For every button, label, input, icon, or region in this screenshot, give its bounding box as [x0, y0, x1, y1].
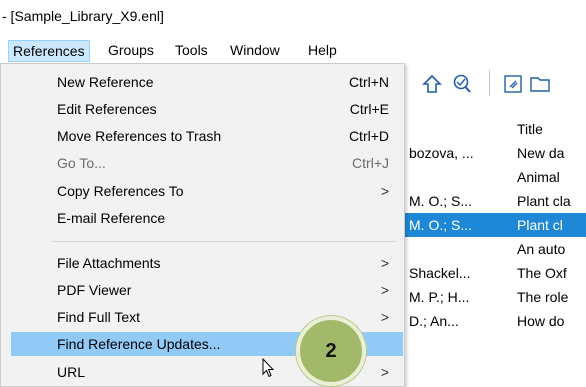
row-author: D.; An...: [409, 313, 459, 329]
submenu-arrow-icon: >: [380, 364, 389, 380]
row-title: An auto: [517, 241, 566, 257]
row-author: Shackel...: [409, 265, 471, 281]
table-row[interactable]: M. P.; H... The role: [405, 285, 586, 309]
submenu-arrow-icon: >: [380, 282, 389, 298]
table-row[interactable]: M. O.; S... Plant cla: [405, 189, 586, 213]
mouse-cursor-icon: [262, 357, 275, 378]
table-row[interactable]: Shackel... The Oxf: [405, 261, 586, 285]
menu-item-new-reference[interactable]: New Reference Ctrl+N: [11, 70, 403, 94]
menu-item-label: Edit References: [57, 101, 157, 117]
row-title: Plant cl: [517, 217, 563, 233]
step-badge: 2: [296, 316, 366, 386]
menu-item-label: New Reference: [57, 74, 154, 90]
row-author: bozova, ...: [409, 145, 474, 161]
shortcut-label: Ctrl+E: [349, 101, 389, 117]
menu-references[interactable]: References: [8, 40, 90, 62]
column-title-header[interactable]: Title: [517, 117, 543, 141]
window-title: - [Sample_Library_X9.enl]: [2, 8, 164, 24]
menu-item-label: Go To...: [57, 155, 106, 171]
submenu-arrow-icon: >: [380, 183, 389, 199]
table-row-selected[interactable]: M. O.; S... Plant cl: [405, 213, 586, 237]
menu-item-label: Find Reference Updates...: [57, 336, 221, 352]
shortcut-label: Ctrl+N: [348, 74, 389, 90]
menu-item-label: E-mail Reference: [57, 210, 166, 226]
submenu-arrow-icon: >: [380, 255, 389, 271]
shortcut-label: Ctrl+D: [348, 128, 389, 144]
table-row[interactable]: D.; An... How do: [405, 309, 586, 333]
upload-icon[interactable]: [419, 71, 445, 97]
column-header[interactable]: Title: [405, 117, 586, 141]
title-bar: - [Sample_Library_X9.enl]: [0, 0, 586, 37]
menu-item-label: Find Full Text: [57, 309, 140, 325]
attach-file-icon[interactable]: [500, 71, 526, 97]
row-title: How do: [517, 313, 565, 329]
row-author: M. P.; H...: [409, 289, 470, 305]
row-title: Plant cla: [517, 193, 571, 209]
menu-window[interactable]: Window: [226, 40, 284, 62]
row-title: New da: [517, 145, 565, 161]
table-row[interactable]: bozova, ... New da: [405, 141, 586, 165]
menu-item-label: Move References to Trash: [57, 128, 222, 144]
menu-item-label: PDF Viewer: [57, 282, 132, 298]
menu-item-email-reference[interactable]: E-mail Reference: [11, 206, 403, 230]
row-title: The Oxf: [517, 265, 567, 281]
row-author: M. O.; S...: [409, 193, 473, 209]
table-row[interactable]: An auto: [405, 237, 586, 261]
online-search-icon[interactable]: [449, 71, 475, 97]
toolbar-separator: [489, 70, 490, 96]
menu-help[interactable]: Help: [304, 40, 341, 62]
menu-item-edit-references[interactable]: Edit References Ctrl+E: [11, 97, 403, 121]
menu-item-move-to-trash[interactable]: Move References to Trash Ctrl+D: [11, 124, 403, 148]
submenu-arrow-icon: >: [380, 309, 389, 325]
shortcut-label: Ctrl+J: [352, 155, 389, 171]
menu-separator: [51, 241, 397, 242]
menu-item-pdf-viewer[interactable]: PDF Viewer >: [11, 278, 403, 302]
menu-tools[interactable]: Tools: [171, 40, 212, 62]
folder-icon[interactable]: [528, 71, 554, 97]
row-title: Animal: [517, 169, 560, 185]
menu-item-label: Copy References To: [57, 183, 184, 199]
reference-list: Title bozova, ... New da Animal M. O.; S…: [405, 105, 586, 387]
menu-item-go-to: Go To... Ctrl+J: [11, 151, 403, 175]
menu-item-label: URL: [57, 364, 86, 380]
row-title: The role: [517, 289, 569, 305]
table-row[interactable]: Animal: [405, 165, 586, 189]
menu-item-label: File Attachments: [57, 255, 161, 271]
row-author: M. O.; S...: [409, 217, 473, 233]
menu-item-file-attachments[interactable]: File Attachments >: [11, 251, 403, 275]
menu-item-copy-references-to[interactable]: Copy References To >: [11, 179, 403, 203]
menu-bar: References Groups Tools Window Help: [0, 37, 586, 63]
menu-groups[interactable]: Groups: [104, 40, 158, 62]
